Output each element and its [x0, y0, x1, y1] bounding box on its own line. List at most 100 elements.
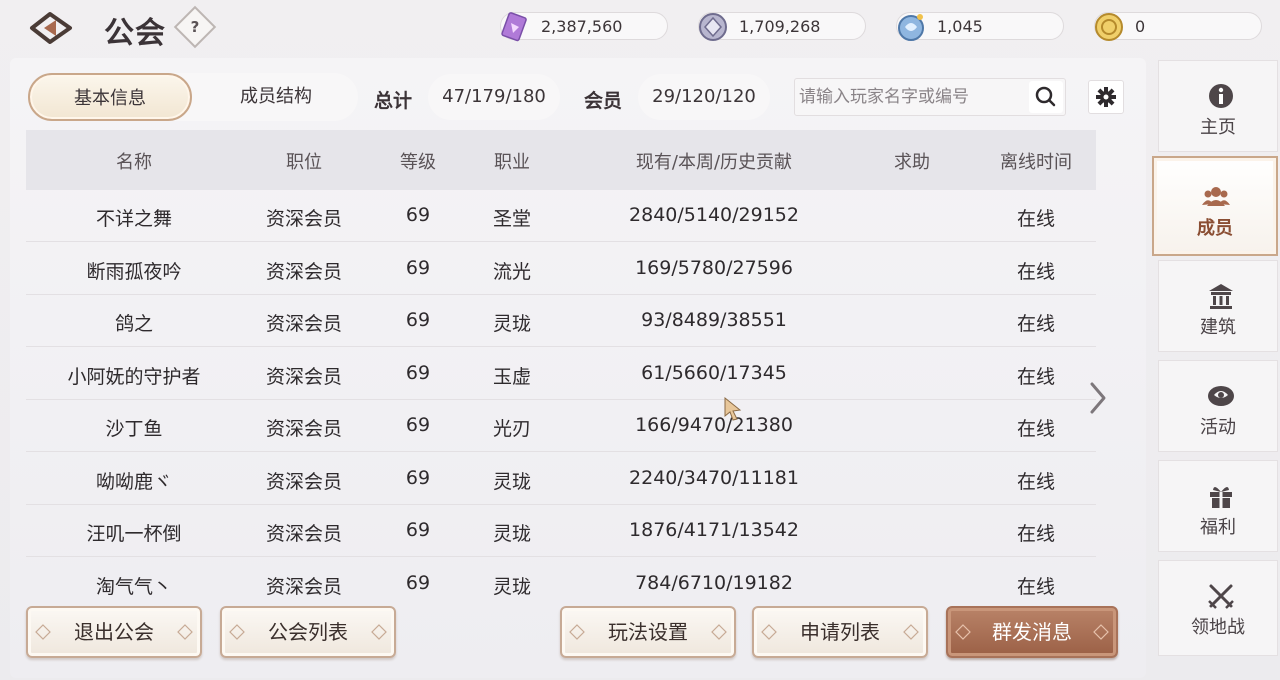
nav-item-territory-war[interactable]: 领地战	[1158, 560, 1278, 656]
currency-value: 1,045	[937, 17, 983, 36]
top-bar: 公会 ? 2,387,560 1,709,268 1,045 0	[0, 0, 1280, 56]
tab-member-structure[interactable]: 成员结构	[194, 73, 358, 121]
button-label: 群发消息	[992, 620, 1072, 644]
currency-gold[interactable]: 0	[1094, 12, 1262, 41]
side-nav: 主页 成员 建筑 活动 福利 领地战	[1150, 56, 1280, 680]
currency-value: 0	[1135, 17, 1146, 36]
cell-contribution: 166/9470/21380	[635, 414, 793, 436]
search-box	[794, 78, 1066, 116]
search-button[interactable]	[1029, 81, 1063, 113]
ornament-icon	[229, 624, 245, 640]
table-row[interactable]: 沙丁鱼 资深会员 69 光刃 166/9470/21380 在线	[26, 400, 1096, 452]
gold-coin-icon	[1095, 13, 1123, 41]
cell-job: 圣堂	[492, 208, 531, 230]
cell-name: 呦呦鹿ヾ	[95, 470, 172, 493]
currency-value: 2,387,560	[541, 17, 623, 36]
help-button[interactable]: ?	[173, 5, 217, 49]
table-row[interactable]: 呦呦鹿ヾ 资深会员 69 灵珑 2240/3470/11181 在线	[26, 453, 1096, 505]
back-arrow-icon[interactable]	[26, 8, 76, 48]
gift-icon	[1210, 486, 1232, 508]
members-icon	[1202, 187, 1230, 206]
ornament-icon	[903, 624, 919, 640]
gear-icon	[1096, 87, 1116, 107]
chevron-right-icon[interactable]	[1086, 378, 1110, 418]
cell-name: 沙丁鱼	[105, 418, 163, 440]
cell-job: 光刃	[492, 418, 531, 440]
cell-position: 资深会员	[265, 575, 342, 598]
cell-contribution: 2840/5140/29152	[629, 204, 799, 226]
button-label: 公会列表	[268, 620, 348, 644]
nav-item-activity[interactable]: 活动	[1158, 360, 1278, 452]
help-icon: ?	[190, 18, 200, 36]
table-row[interactable]: 断雨孤夜吟 资深会员 69 流光 169/5780/27596 在线	[26, 243, 1096, 295]
table-row[interactable]: 小阿妩的守护者 资深会员 69 玉虚 61/5660/17345 在线	[26, 348, 1096, 400]
play-settings-button[interactable]: 玩法设置	[560, 606, 736, 658]
guild-list-button[interactable]: 公会列表	[220, 606, 396, 658]
ornament-icon	[761, 624, 777, 640]
ornament-icon	[35, 624, 51, 640]
button-label: 玩法设置	[608, 620, 688, 644]
cell-job: 灵珑	[492, 523, 531, 545]
table-row[interactable]: 汪叽一杯倒 资深会员 69 灵珑 1876/4171/13542 在线	[26, 505, 1096, 557]
apply-list-button[interactable]: 申请列表	[752, 606, 928, 658]
ornament-icon	[1093, 624, 1109, 640]
total-label: 总计	[374, 90, 413, 112]
crossed-swords-icon	[1208, 584, 1234, 609]
leave-guild-button[interactable]: 退出公会	[26, 606, 202, 658]
nav-label: 福利	[1200, 517, 1236, 538]
cell-position: 资深会员	[265, 365, 342, 388]
nav-item-home[interactable]: 主页	[1158, 60, 1278, 152]
nav-item-building[interactable]: 建筑	[1158, 260, 1278, 352]
table-row[interactable]: 淘气气丶 资深会员 69 灵珑 784/6710/19182 在线	[26, 558, 1096, 610]
ornament-icon	[371, 624, 387, 640]
member-label: 会员	[584, 90, 623, 112]
cell-position: 资深会员	[265, 523, 342, 545]
column-offline-time: 离线时间	[1000, 152, 1072, 173]
currency-gem[interactable]: 1,045	[896, 12, 1064, 41]
tab-bar: 基本信息 成员结构	[28, 73, 358, 121]
cell-job: 灵珑	[492, 575, 531, 598]
cell-job: 灵珑	[492, 313, 531, 335]
cell-name: 汪叽一杯倒	[86, 523, 182, 545]
cell-position: 资深会员	[265, 313, 342, 335]
silver-coin-icon	[699, 13, 727, 41]
table-row[interactable]: 不详之舞 资深会员 69 圣堂 2840/5140/29152 在线	[26, 190, 1096, 242]
cell-job: 灵珑	[492, 470, 531, 493]
currency-value: 1,709,268	[739, 17, 821, 36]
nav-label: 主页	[1200, 117, 1236, 138]
tab-basic-info[interactable]: 基本信息	[28, 73, 192, 121]
search-input[interactable]	[799, 79, 1025, 115]
column-contribution: 现有/本周/历史贡献	[635, 152, 793, 173]
ornament-icon	[569, 624, 585, 640]
column-position: 职位	[286, 152, 322, 173]
cell-offline: 在线	[1016, 523, 1055, 545]
nav-item-welfare[interactable]: 福利	[1158, 460, 1278, 552]
cell-contribution: 169/5780/27596	[635, 256, 793, 279]
blue-gem-icon	[898, 14, 924, 41]
ornament-icon	[177, 624, 193, 640]
cell-position: 资深会员	[265, 470, 342, 493]
cell-offline: 在线	[1016, 470, 1055, 493]
info-icon	[1209, 84, 1233, 108]
column-job: 职业	[494, 152, 530, 173]
cell-job: 玉虚	[492, 365, 531, 388]
cell-name: 小阿妩的守护者	[67, 365, 201, 388]
cell-offline: 在线	[1016, 418, 1055, 440]
column-level: 等级	[400, 152, 436, 173]
cell-contribution: 2240/3470/11181	[629, 466, 799, 489]
nav-item-members[interactable]: 成员	[1152, 156, 1278, 256]
table-row[interactable]: 鸽之 资深会员 69 灵珑 93/8489/38551 在线	[26, 295, 1096, 347]
cell-position: 资深会员	[265, 208, 342, 230]
cell-level: 69	[405, 519, 431, 541]
nav-label: 领地战	[1191, 617, 1245, 638]
crystal-card-icon	[501, 12, 527, 42]
cell-level: 69	[405, 204, 431, 226]
settings-button[interactable]	[1088, 80, 1124, 114]
currency-silver[interactable]: 1,709,268	[698, 12, 866, 41]
currency-crystal[interactable]: 2,387,560	[500, 12, 668, 42]
ornament-icon	[711, 624, 727, 640]
cell-contribution: 61/5660/17345	[641, 361, 787, 384]
cell-level: 69	[405, 414, 431, 436]
broadcast-message-button[interactable]: 群发消息	[946, 606, 1118, 658]
cell-job: 流光	[492, 260, 531, 283]
